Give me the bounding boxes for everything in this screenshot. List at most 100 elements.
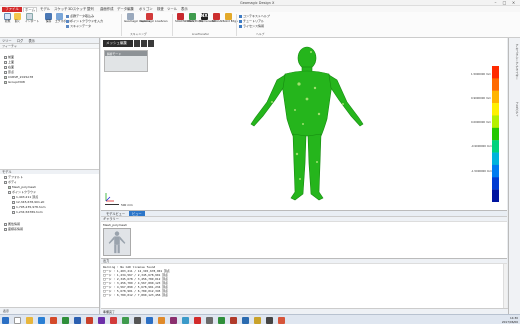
livetransfer-group-label: LiveTransfer (192, 32, 209, 36)
app-icon[interactable] (266, 316, 273, 324)
colorbar-segment (492, 164, 499, 178)
scan-data-icon (66, 24, 69, 28)
tab-3d-sketch[interactable]: 3Dスケッチ (67, 7, 87, 12)
app-icon[interactable] (194, 316, 201, 324)
search-icon[interactable] (14, 316, 21, 324)
import-item-1[interactable]: 点群データ取込み (66, 14, 94, 18)
word-icon[interactable] (74, 316, 81, 324)
thumbnail-label: Mesh_polymesh (103, 223, 127, 227)
chrome-icon[interactable] (50, 316, 57, 324)
tree-item[interactable]: 1,234,56789.hom (12, 210, 43, 215)
colorbar-segment (492, 140, 499, 153)
status-text: 準備完了 (103, 309, 116, 314)
left-panel-footer[interactable]: 表示 (0, 307, 99, 314)
mesh-thumbnail[interactable] (103, 228, 131, 256)
accuracy-analyzer-tab[interactable]: アキュラシーアナライザー (511, 44, 519, 80)
open-button[interactable]: 開く (13, 13, 22, 24)
select-icon[interactable] (134, 40, 140, 47)
colorbar-segment (492, 103, 499, 116)
view-icon[interactable] (141, 40, 147, 47)
context-help-item[interactable]: コンテキストヘルプ (239, 14, 270, 18)
tutorial-item[interactable]: チュートリアル (239, 19, 264, 23)
explorer-icon[interactable] (26, 316, 33, 324)
app-icon[interactable] (218, 316, 225, 324)
app-icon[interactable] (134, 316, 141, 324)
tab-view[interactable]: 表示 (180, 7, 189, 12)
import-item-3[interactable]: スキャンデータ (66, 24, 91, 28)
app-icon[interactable] (170, 316, 177, 324)
body-icon (4, 180, 7, 184)
nx-button[interactable]: NX Siemens NX (199, 13, 216, 24)
mesh-head (297, 46, 317, 70)
app-icon[interactable] (242, 316, 249, 324)
colorbar-segment (492, 127, 499, 141)
tab-polygon[interactable]: ポリゴン (138, 7, 154, 12)
browser-icon[interactable] (38, 316, 45, 324)
livescan-button[interactable]: Geomagic LiveScan (140, 13, 168, 24)
gallery-header: ギャラリー (101, 217, 507, 222)
tab-surface[interactable]: 曲面作成 (99, 7, 115, 12)
start-icon[interactable] (2, 316, 9, 324)
tab-inspect[interactable]: 検査 (156, 7, 165, 12)
colorbar-segment (492, 115, 499, 129)
app-icon[interactable] (206, 316, 213, 324)
license-icon (239, 24, 242, 28)
powerpoint-icon[interactable] (86, 316, 93, 324)
solid-edge-button[interactable]: Solid Edge (223, 13, 238, 24)
human-mesh-model[interactable] (237, 44, 377, 204)
tab-align[interactable]: 整列 (86, 7, 95, 12)
app-icon[interactable] (110, 316, 117, 324)
ribbon: 新規 開く インポート 保存 エクスポート 点群データ取込み ポイントクラウドを… (0, 12, 520, 38)
excel-icon[interactable] (62, 316, 69, 324)
model-section-header[interactable]: モデル (0, 169, 99, 174)
plane-icon (4, 55, 7, 59)
autocad-button[interactable]: AutoCAD (211, 13, 224, 24)
app-icon[interactable] (278, 316, 285, 324)
license-item[interactable]: ライセンス情報 (239, 24, 264, 28)
output-panel: 出力 Warning : No CAD license found ロード : … (101, 258, 507, 315)
gallery-panel: ギャラリー Mesh_polymesh (101, 216, 507, 258)
save-button[interactable]: 保存 (44, 13, 53, 24)
check-icon[interactable] (148, 40, 154, 47)
onenote-icon[interactable] (98, 316, 105, 324)
tab-data-edit[interactable]: データ編集 (116, 7, 135, 12)
app-icon[interactable] (158, 316, 165, 324)
ribbon-separator (172, 14, 173, 36)
import-item-2[interactable]: ポイントクラウドを入力 (66, 19, 103, 23)
3d-viewport[interactable]: メッシュ編集 解析モード 1.5000000 mm 0.9000000 mm 0… (101, 38, 507, 210)
thumbnail-figure-icon (108, 231, 126, 254)
app-icon[interactable] (146, 316, 153, 324)
app-icon[interactable] (182, 316, 189, 324)
point-cloud-icon (66, 14, 69, 18)
tree-item[interactable]: 座標系情報 (4, 227, 23, 232)
tab-file[interactable]: ファイル (2, 6, 22, 12)
colorbar-segment (492, 66, 499, 79)
solidworks-button[interactable]: SOLIDWORKS (175, 13, 194, 24)
tab-home[interactable]: ホーム (23, 6, 38, 12)
tree-item[interactable]: Group2308 (4, 80, 25, 85)
system-tray[interactable]: 14:30 2017/06/06 (502, 316, 518, 324)
app-icon[interactable] (254, 316, 261, 324)
creo-button[interactable]: Creo(Pro/E) (187, 13, 203, 24)
tab-model[interactable]: モデル (39, 7, 51, 12)
new-button[interactable]: 新規 (3, 13, 12, 24)
analysis-overlay-panel[interactable]: 解析モード (104, 50, 148, 72)
curve-icon (4, 75, 7, 79)
app-icon[interactable] (122, 316, 129, 324)
tab-tools[interactable]: ツール (166, 7, 178, 12)
attribute-icon (4, 222, 7, 226)
output-header: 出力 (101, 259, 507, 264)
plane-icon (4, 60, 7, 64)
capture-button[interactable]: Geomagic Capture (124, 13, 150, 24)
export-button[interactable]: エクスポート (55, 13, 72, 24)
import-button[interactable]: インポート (25, 13, 39, 24)
mesh-icon (8, 185, 11, 189)
ribbon-separator (236, 14, 237, 36)
clock-date: 2017/06/06 (501, 320, 518, 324)
file-icon (12, 210, 15, 214)
app-icon[interactable] (230, 316, 237, 324)
properties-tab[interactable]: プロパティ (511, 102, 519, 117)
deviation-color-bar (492, 66, 499, 202)
tab-display[interactable]: 表示 (27, 38, 37, 44)
scale-bar (105, 204, 119, 205)
